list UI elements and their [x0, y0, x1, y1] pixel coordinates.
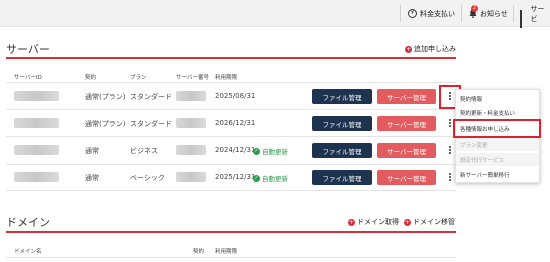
notice-button[interactable]: 2 お知らせ: [469, 5, 508, 22]
separator: [400, 5, 401, 22]
server-manager-button[interactable]: サーバー管理: [377, 116, 436, 131]
separator: [513, 5, 514, 22]
contract-cell: 通常(プラン): [85, 120, 126, 128]
header-domain-contract: 契約: [193, 249, 205, 255]
file-manager-button[interactable]: ファイル管理: [312, 116, 372, 131]
header-server-number: サーバー番号: [176, 75, 209, 81]
expiry-cell: 2026/12/31: [215, 119, 256, 127]
add-server-label: 追加申し込み: [414, 45, 456, 53]
notice-count-badge: 2: [471, 5, 478, 12]
auto-renew-status: ✓ 自動更新: [253, 146, 288, 156]
highlight-box: [453, 119, 541, 138]
menu-item-server-migration[interactable]: 新サーバー簡単移行: [456, 168, 539, 181]
table-divider: [6, 257, 456, 258]
payment-button[interactable]: ¥ 料金支払い: [408, 5, 455, 22]
plan-cell: スタンダード: [130, 120, 172, 128]
server-manager-button[interactable]: サーバー管理: [377, 143, 436, 158]
row-divider: [6, 136, 456, 137]
contract-cell: 通常(プラン): [85, 93, 126, 101]
header-server-id: サーバーID: [14, 75, 42, 81]
domain-acquire-link[interactable]: + ドメイン取得: [348, 217, 399, 227]
contract-cell: 通常: [85, 147, 99, 155]
expiry-cell: 2025/08/31: [215, 92, 256, 100]
top-bar: ¥ 料金支払い 2 お知らせ サービ: [0, 0, 550, 28]
header-domain-name: ドメイン名: [14, 249, 42, 255]
contract-cell: 通常: [85, 174, 99, 182]
redacted-server-id: [14, 91, 59, 101]
domain-transfer-label: ドメイン移管: [413, 218, 455, 226]
file-manager-button[interactable]: ファイル管理: [312, 143, 372, 158]
menu-item-renew-payment[interactable]: 契約更新・料金支払い: [456, 106, 539, 119]
row-divider: [6, 190, 456, 191]
plan-cell: ベーシック: [130, 174, 165, 182]
redacted-server-number: [176, 172, 206, 182]
row-divider: [6, 109, 456, 110]
plus-icon: +: [348, 218, 355, 226]
bell-icon: 2: [469, 5, 478, 18]
header-domain-expiry: 利用期限: [215, 249, 238, 255]
services-button[interactable]: サービ: [520, 4, 550, 28]
services-label: サービ: [530, 4, 545, 23]
plan-cell: スタンダード: [130, 93, 172, 101]
plan-cell: ビジネス: [130, 147, 158, 155]
yen-coin-icon: ¥: [408, 9, 417, 18]
row-divider: [6, 164, 456, 165]
menu-item-setup-service: 設定代行サービス: [456, 153, 539, 166]
domains-title: ドメイン: [6, 216, 50, 229]
plus-icon: +: [404, 218, 411, 226]
payment-label: 料金支払い: [420, 9, 455, 18]
check-circle-icon: ✓: [253, 147, 260, 155]
table-divider: [6, 82, 456, 83]
redacted-server-id: [14, 172, 59, 182]
status-label: 自動更新: [262, 148, 288, 156]
grid-icon: [520, 9, 527, 28]
servers-title: サーバー: [6, 43, 50, 56]
expiry-cell: 2025/12/31: [215, 173, 256, 181]
section-divider: [6, 231, 456, 233]
separator: [461, 5, 462, 22]
section-divider: [6, 57, 456, 59]
notice-label: お知らせ: [480, 9, 508, 18]
file-manager-button[interactable]: ファイル管理: [312, 170, 372, 185]
redacted-server-id: [14, 118, 59, 128]
menu-item-contract-info[interactable]: 契約情報: [456, 92, 539, 105]
header-expiry: 利用期限: [215, 75, 238, 81]
check-circle-icon: ✓: [253, 174, 260, 182]
server-manager-button[interactable]: サーバー管理: [377, 170, 436, 185]
status-label: 自動更新: [262, 175, 288, 183]
file-manager-button[interactable]: ファイル管理: [312, 89, 372, 104]
auto-renew-status: ✓ 自動更新: [253, 173, 288, 183]
more-options-icon[interactable]: [446, 170, 454, 184]
more-options-icon[interactable]: [446, 143, 454, 157]
add-server-link[interactable]: + 追加申し込み: [405, 44, 456, 54]
redacted-server-number: [176, 118, 206, 128]
server-manager-button[interactable]: サーバー管理: [377, 89, 436, 104]
redacted-server-id: [14, 145, 59, 155]
plus-icon: +: [405, 45, 412, 53]
menu-item-plan-change: プラン変更: [456, 138, 539, 151]
expiry-cell: 2024/12/31: [215, 146, 256, 154]
header-contract: 契約: [85, 75, 97, 81]
header-plan: プラン: [130, 75, 147, 81]
domain-transfer-link[interactable]: + ドメイン移管: [404, 217, 455, 227]
redacted-server-number: [176, 145, 206, 155]
redacted-server-number: [176, 91, 206, 101]
domain-acquire-label: ドメイン取得: [357, 218, 399, 226]
